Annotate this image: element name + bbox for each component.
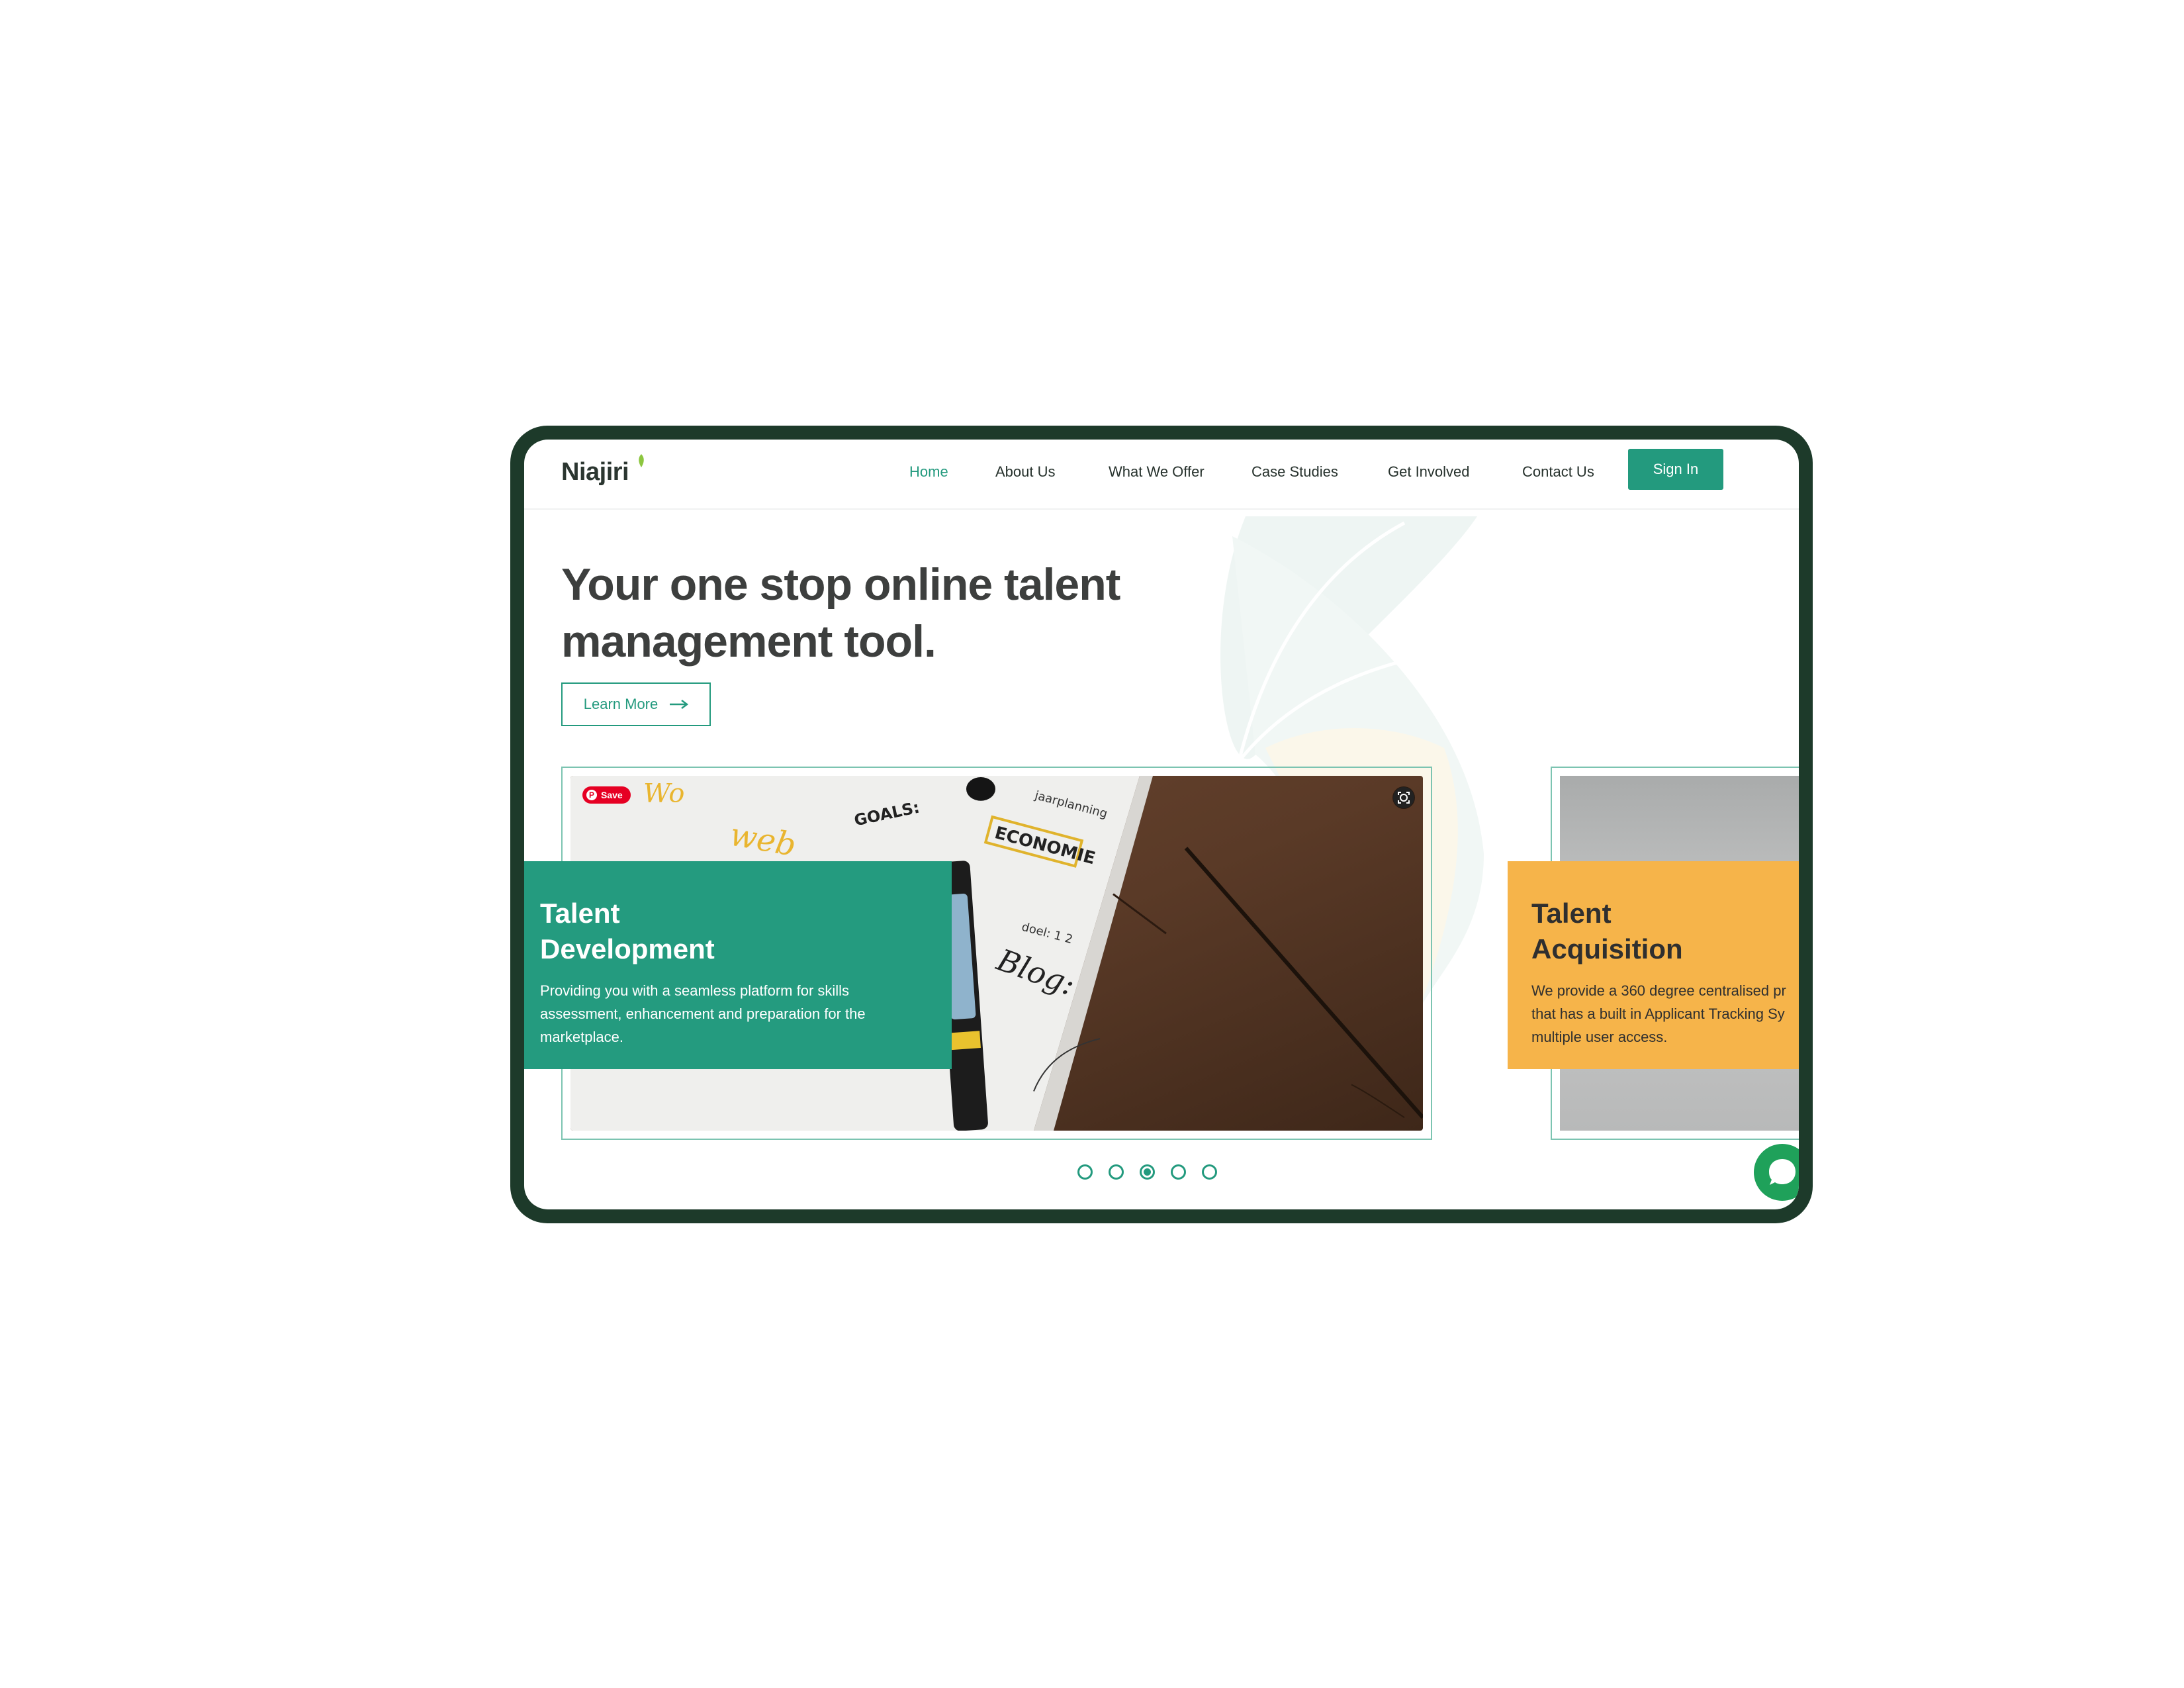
nav-get-involved[interactable]: Get Involved [1388, 463, 1470, 481]
talent-development-panel: Talent Development Providing you with a … [524, 861, 952, 1069]
carousel-pagination [1077, 1164, 1217, 1180]
svg-text:Wo: Wo [643, 778, 684, 809]
talent-acquisition-text-line-2: that has a built in Applicant Tracking S… [1531, 1006, 1785, 1022]
chat-bubble-icon [1769, 1159, 1796, 1185]
talent-acquisition-text-line-1: We provide a 360 degree centralised pr [1531, 982, 1786, 999]
talent-acquisition-text-line-3: multiple user access. [1531, 1029, 1668, 1045]
nav-contact-us[interactable]: Contact Us [1522, 463, 1594, 481]
talent-acquisition-description: We provide a 360 degree centralised pr t… [1531, 979, 1796, 1049]
carousel-dot-4[interactable] [1171, 1164, 1186, 1180]
pinterest-icon: P [586, 790, 597, 800]
nav-about-us[interactable]: About Us [995, 463, 1056, 481]
device-frame: Niajiri Home About Us What We Offer Case… [510, 426, 1813, 1223]
learn-more-button[interactable]: Learn More [561, 682, 711, 726]
carousel-dot-1[interactable] [1077, 1164, 1093, 1180]
browser-screen: Niajiri Home About Us What We Offer Case… [524, 440, 1799, 1209]
nav-case-studies[interactable]: Case Studies [1251, 463, 1338, 481]
pinterest-save-button[interactable]: P Save [582, 786, 631, 804]
hero-title-line-1: Your one stop online talent [561, 559, 1120, 610]
talent-development-text-line-1: Providing you with a seamless platform f… [540, 982, 850, 999]
talent-acquisition-title: Talent Acquisition [1531, 898, 1683, 964]
talent-development-title: Talent Development [540, 898, 715, 964]
carousel-dot-3[interactable] [1140, 1164, 1155, 1180]
talent-development-text-line-3: marketplace. [540, 1029, 623, 1045]
logo-leaf-icon [639, 454, 644, 467]
visual-search-icon[interactable] [1392, 786, 1415, 809]
talent-development-description: Providing you with a seamless platform f… [540, 979, 911, 1049]
top-navbar: Niajiri Home About Us What We Offer Case… [524, 440, 1799, 510]
nav-what-we-offer[interactable]: What We Offer [1109, 463, 1205, 481]
sign-in-button[interactable]: Sign In [1628, 449, 1723, 490]
carousel-dot-2[interactable] [1109, 1164, 1124, 1180]
site-logo[interactable]: Niajiri [561, 458, 629, 487]
talent-acquisition-panel: Talent Acquisition We provide a 360 degr… [1508, 861, 1799, 1069]
nav-home[interactable]: Home [909, 463, 948, 481]
talent-development-text-line-2: assessment, enhancement and preparation … [540, 1006, 866, 1022]
hero-title-line-2: management tool. [561, 616, 936, 667]
arrow-right-icon [670, 700, 689, 709]
pinterest-save-label: Save [601, 790, 623, 800]
carousel-dot-5[interactable] [1202, 1164, 1217, 1180]
hero-title: Your one stop online talent management t… [561, 556, 1157, 670]
learn-more-label: Learn More [583, 696, 659, 712]
chat-button[interactable] [1754, 1144, 1799, 1201]
